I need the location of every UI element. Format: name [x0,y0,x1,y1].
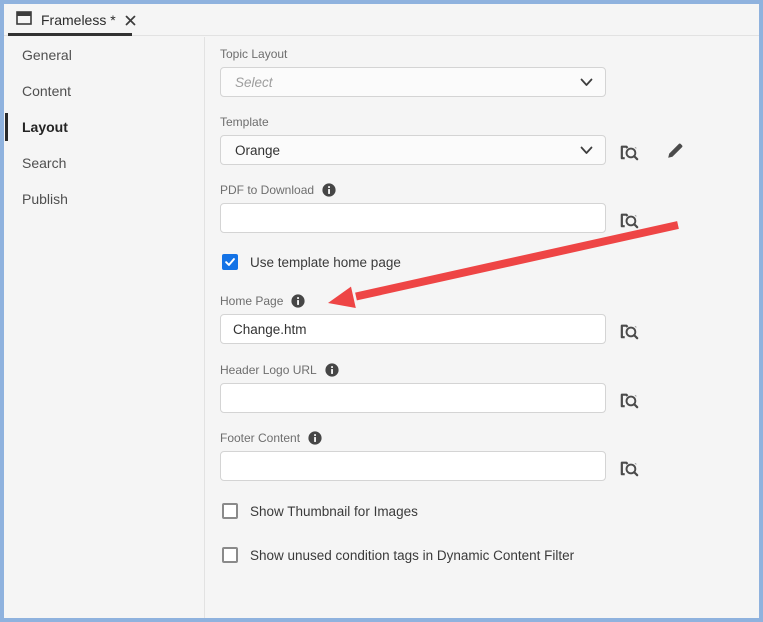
browse-location-icon[interactable] [617,455,641,479]
sidebar-item-label: Publish [22,191,68,207]
topic-layout-label: Topic Layout [220,47,288,61]
show-unused-condition-tags-checkbox[interactable]: Show unused condition tags in Dynamic Co… [222,547,574,563]
header-logo-url-field: Header Logo URL [220,363,638,413]
sidebar-item-publish[interactable]: Publish [4,181,204,217]
sidebar-item-label: Content [22,83,72,99]
layout-settings-panel: Topic Layout Select Template Orange PDF … [206,37,759,618]
sidebar-item-search[interactable]: Search [4,145,204,181]
checkbox-label: Use template home page [250,254,401,270]
pdf-to-download-field: PDF to Download [220,183,638,233]
info-icon[interactable] [308,431,322,445]
close-icon[interactable] [125,15,136,26]
sidebar-item-content[interactable]: Content [4,73,204,109]
template-field: Template Orange [220,115,683,165]
checkbox-label: Show Thumbnail for Images [250,503,418,519]
info-icon[interactable] [325,363,339,377]
topic-layout-placeholder: Select [235,74,273,90]
info-icon[interactable] [291,294,305,308]
browse-location-icon[interactable] [617,139,641,163]
checkbox-label: Show unused condition tags in Dynamic Co… [250,547,575,563]
frameless-settings-window: Frameless * General Content Layout Searc… [0,0,763,622]
template-select[interactable]: Orange [220,135,606,165]
topic-layout-field: Topic Layout Select [220,47,606,97]
pdf-to-download-label: PDF to Download [220,183,315,197]
chevron-down-icon [580,75,593,90]
checkbox-checked-icon[interactable] [222,254,238,270]
sidebar-item-layout[interactable]: Layout [4,109,204,145]
footer-content-input[interactable] [220,451,606,481]
sidebar-item-label: Layout [22,119,68,135]
topic-layout-select[interactable]: Select [220,67,606,97]
home-page-input[interactable] [220,314,606,344]
show-thumbnail-checkbox[interactable]: Show Thumbnail for Images [222,503,418,519]
checkbox-unchecked-icon[interactable] [222,547,238,563]
home-page-field: Home Page [220,294,638,344]
checkbox-unchecked-icon[interactable] [222,503,238,519]
pdf-to-download-input[interactable] [220,203,606,233]
footer-content-label: Footer Content [220,431,301,445]
info-icon[interactable] [322,183,336,197]
sidebar-item-label: Search [22,155,67,171]
chevron-down-icon [580,143,593,158]
edit-pencil-icon[interactable] [663,139,687,163]
template-value: Orange [235,142,281,158]
home-page-label: Home Page [220,294,284,308]
header-logo-url-label: Header Logo URL [220,363,317,377]
browse-location-icon[interactable] [617,207,641,231]
header-logo-url-input[interactable] [220,383,606,413]
tab-title: Frameless * [41,12,116,28]
browse-location-icon[interactable] [617,318,641,342]
tab-bar: Frameless * [4,4,759,36]
active-tab-underline [8,33,132,36]
browse-location-icon[interactable] [617,387,641,411]
settings-sidebar: General Content Layout Search Publish [4,37,205,618]
use-template-home-page-checkbox[interactable]: Use template home page [222,254,401,270]
template-label: Template [220,115,269,129]
tab-frameless[interactable]: Frameless * [8,4,146,36]
sidebar-item-general[interactable]: General [4,37,204,73]
window-icon [16,10,32,30]
footer-content-field: Footer Content [220,431,638,481]
sidebar-item-label: General [22,47,72,63]
